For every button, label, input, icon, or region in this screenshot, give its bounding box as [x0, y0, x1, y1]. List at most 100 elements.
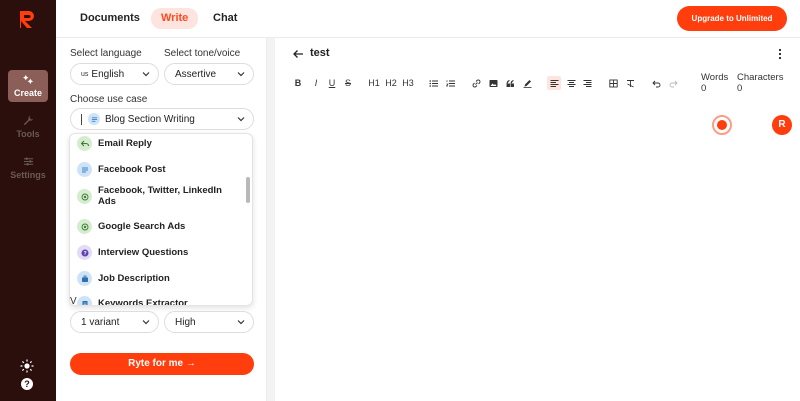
tone-label: Select tone/voice: [164, 48, 241, 59]
avatar[interactable]: R: [772, 115, 792, 135]
sun-icon[interactable]: [20, 359, 34, 373]
align-center-button[interactable]: [566, 76, 576, 90]
ryte-for-me-button[interactable]: Ryte for me →: [70, 353, 254, 375]
dropdown-option-keywords-extractor[interactable]: Keywords Extractor: [77, 296, 242, 305]
variant-select[interactable]: 1 variant: [70, 311, 159, 333]
dropdown-option-job-description[interactable]: Job Description: [77, 271, 242, 286]
sparkle-icon: [22, 74, 33, 85]
dropdown-scrollbar[interactable]: [246, 177, 250, 203]
document-title[interactable]: test: [310, 47, 330, 59]
strikethrough-button[interactable]: S: [343, 76, 353, 90]
quote-button[interactable]: [505, 76, 515, 90]
rail-item-label: Create: [13, 88, 42, 98]
text-caret: [81, 113, 82, 125]
align-right-button[interactable]: [582, 76, 592, 90]
sliders-icon: [23, 157, 33, 166]
more-options-icon[interactable]: [778, 48, 782, 60]
rail-item-tools[interactable]: Tools: [8, 111, 48, 143]
dropdown-option-label: Email Reply: [98, 138, 152, 149]
chevron-down-icon: [237, 320, 245, 325]
language-flag: us: [81, 70, 89, 78]
heading1-button[interactable]: H1: [367, 76, 381, 90]
link-icon: [472, 79, 480, 87]
clear-format-button[interactable]: [625, 76, 635, 90]
align-left-icon: [550, 79, 558, 87]
record-button[interactable]: [712, 115, 732, 135]
help-icon[interactable]: ?: [20, 377, 34, 391]
bullet-list-button[interactable]: [428, 76, 438, 90]
rail-item-label: Settings: [10, 170, 46, 180]
rail-item-label: Tools: [16, 129, 40, 139]
tab-documents[interactable]: Documents: [70, 8, 150, 29]
tone-value: Assertive: [175, 68, 217, 80]
words-count: 0: [701, 83, 707, 94]
editor-area: test B I U S H1 H2 H3 Words 0 Characters…: [275, 38, 800, 401]
brand-logo-icon[interactable]: [16, 8, 38, 30]
creativity-value: High: [175, 316, 196, 328]
language-value: English: [91, 68, 125, 80]
undo-button[interactable]: [651, 76, 661, 90]
underline-button[interactable]: U: [327, 76, 337, 90]
align-left-button[interactable]: [547, 76, 561, 90]
pen-icon: [523, 79, 531, 88]
target-icon: [77, 189, 92, 204]
image-button[interactable]: [488, 76, 498, 90]
heading3-button[interactable]: H3: [401, 76, 415, 90]
creativity-select[interactable]: High: [164, 311, 254, 333]
chevron-down-icon: [142, 72, 150, 77]
clear-format-icon: [626, 79, 634, 87]
table-button[interactable]: [608, 76, 618, 90]
rail-item-create[interactable]: Create: [8, 70, 48, 102]
dropdown-option-social-ads[interactable]: Facebook, Twitter, LinkedIn Ads: [77, 185, 242, 207]
chevron-down-icon: [237, 72, 245, 77]
dropdown-option-facebook-post[interactable]: Facebook Post: [77, 162, 242, 177]
tone-select[interactable]: Assertive: [164, 63, 254, 85]
redo-icon: [669, 80, 678, 87]
usecase-select[interactable]: Blog Section Writing: [70, 108, 254, 130]
quote-icon: [506, 79, 514, 87]
target-icon: [77, 219, 92, 234]
language-select[interactable]: us English: [70, 63, 159, 85]
wrench-icon: [23, 115, 33, 126]
characters-label: Characters: [737, 72, 784, 83]
dropdown-option-label: Job Description: [98, 273, 170, 284]
usecase-value: Blog Section Writing: [105, 113, 195, 125]
tab-chat[interactable]: Chat: [203, 8, 247, 29]
numbered-list-button[interactable]: [445, 76, 455, 90]
dropdown-option-label: Interview Questions: [98, 247, 189, 258]
dropdown-option-interview-questions[interactable]: ? Interview Questions: [77, 245, 242, 260]
numbered-list-icon: [445, 79, 455, 86]
characters-count: 0: [737, 83, 743, 94]
chevron-down-icon: [142, 320, 150, 325]
dropdown-option-label: Facebook Post: [98, 164, 166, 175]
dropdown-option-google-ads[interactable]: Google Search Ads: [77, 219, 242, 234]
back-arrow-icon[interactable]: [292, 48, 304, 60]
undo-icon: [651, 80, 660, 87]
dropdown-option-label: Facebook, Twitter, LinkedIn Ads: [98, 185, 222, 207]
rail-item-settings[interactable]: Settings: [8, 152, 48, 184]
svg-text:?: ?: [24, 379, 30, 389]
briefcase-icon: [77, 271, 92, 286]
usecase-dropdown[interactable]: Email Reply Facebook Post Facebook, Twit…: [69, 133, 253, 306]
lines-icon: [88, 113, 100, 125]
usecase-label: Choose use case: [70, 94, 148, 105]
dropdown-option-label: Google Search Ads: [98, 221, 186, 232]
question-icon: ?: [77, 245, 92, 260]
image-icon: [489, 79, 497, 87]
upgrade-button[interactable]: Upgrade to Unlimited: [677, 6, 787, 31]
link-button[interactable]: [471, 76, 481, 90]
heading2-button[interactable]: H2: [384, 76, 398, 90]
variant-value: 1 variant: [81, 316, 120, 328]
bold-button[interactable]: B: [293, 76, 303, 90]
language-label: Select language: [70, 48, 142, 59]
redo-button[interactable]: [668, 76, 678, 90]
tab-write[interactable]: Write: [151, 8, 199, 29]
panel-divider[interactable]: [266, 38, 275, 401]
left-rail: Create Tools Settings ?: [0, 0, 56, 401]
reply-icon: [77, 136, 92, 151]
italic-button[interactable]: I: [311, 76, 321, 90]
align-center-icon: [567, 79, 575, 87]
highlight-button[interactable]: [522, 76, 532, 90]
chevron-down-icon: [237, 117, 245, 122]
dropdown-option-email-reply[interactable]: Email Reply: [77, 136, 242, 151]
